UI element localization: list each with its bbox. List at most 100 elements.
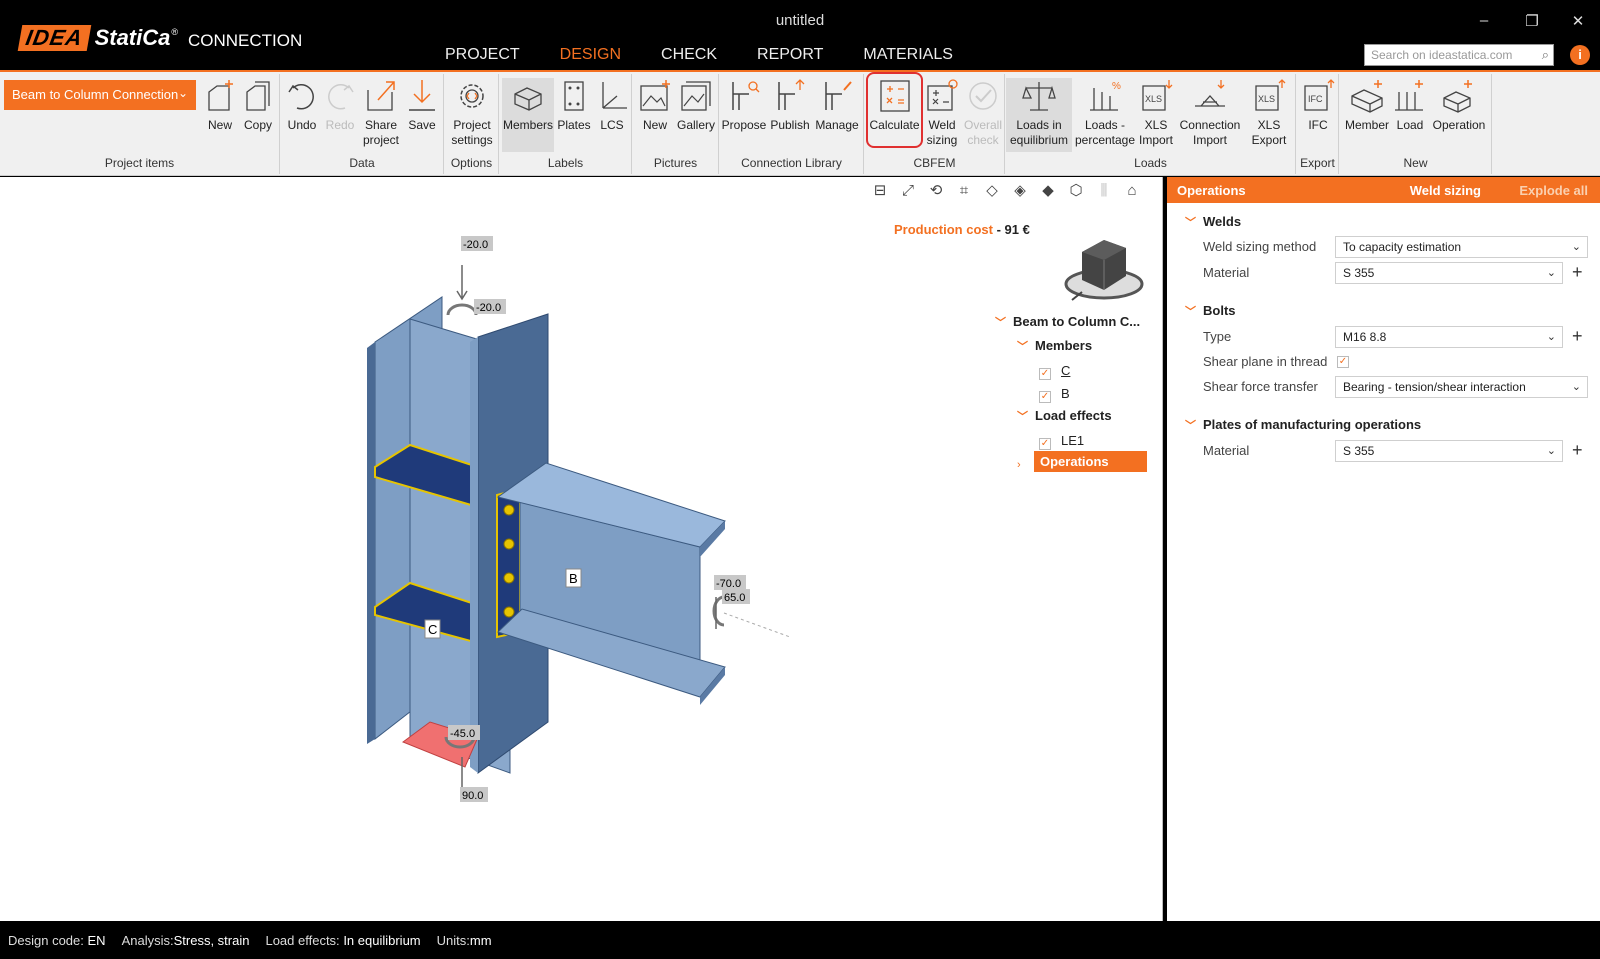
measure-icon[interactable]: ⊟ <box>870 181 890 201</box>
bolt[interactable] <box>503 606 515 618</box>
tree-members[interactable]: ﹀ Members <box>1017 338 1092 354</box>
new-item-button[interactable]: New <box>202 78 238 133</box>
tree-operations-selected[interactable]: Operations <box>1034 451 1147 472</box>
bolt[interactable] <box>503 538 515 550</box>
connection-model[interactable]: -20.0 -20.0 -70.0 65.0 -45.0 90.0 B C <box>0 177 1163 921</box>
check-circle-icon <box>969 82 997 110</box>
bolt[interactable] <box>503 504 515 516</box>
tab-report[interactable]: REPORT <box>737 44 843 70</box>
tree-member-b[interactable]: ✓ B <box>1039 386 1070 403</box>
project-settings-button[interactable]: Project settings <box>447 78 497 148</box>
members-labels-button[interactable]: Members <box>502 78 554 152</box>
gallery-button[interactable]: Gallery <box>675 78 717 133</box>
project-item-combo[interactable]: Beam to Column Connection ⌄ <box>4 80 196 110</box>
plate-material-select[interactable]: S 355 ⌄ <box>1335 440 1563 462</box>
tree-member-c[interactable]: ✓ C <box>1039 363 1070 380</box>
overall-check-button[interactable]: Overall check <box>962 78 1004 148</box>
share-project-button[interactable]: Share project <box>359 78 403 148</box>
zoom-extents-icon[interactable]: ⤢ <box>898 181 918 201</box>
xls-import-button[interactable]: XLS XLS Import <box>1136 78 1176 148</box>
checkbox-checked-icon[interactable]: ✓ <box>1039 438 1051 450</box>
publish-icon <box>778 79 805 110</box>
main-tabs: PROJECT DESIGN CHECK REPORT MATERIALS <box>425 44 973 74</box>
close-button[interactable]: ✕ <box>1566 12 1590 30</box>
shear-plane-checkbox[interactable]: ✓ <box>1337 356 1349 368</box>
new-picture-button[interactable]: New <box>635 78 675 133</box>
svg-text:XLS: XLS <box>1258 94 1275 104</box>
solid-view-icon[interactable]: ◆ <box>1038 181 1058 201</box>
xls-export-button[interactable]: XLS XLS Export <box>1246 78 1292 148</box>
add-plate-material-icon[interactable]: + <box>1572 441 1583 459</box>
tab-project[interactable]: PROJECT <box>425 44 540 70</box>
beam-axis-line <box>723 612 791 638</box>
tab-materials[interactable]: MATERIALS <box>843 44 973 70</box>
tree-root[interactable]: ﹀ Beam to Column C... <box>995 314 1140 330</box>
column-back-flange-edge <box>367 342 375 744</box>
new-member-button[interactable]: Member <box>1342 78 1392 133</box>
explode-all-link[interactable]: Explode all <box>1519 183 1588 198</box>
tab-design[interactable]: DESIGN <box>539 44 642 74</box>
chevron-down-icon: ﹀ <box>1185 420 1196 432</box>
new-operation-icon <box>1443 80 1472 113</box>
shear-force-transfer-select[interactable]: Bearing - tension/shear interaction ⌄ <box>1335 376 1588 398</box>
weld-sizing-button[interactable]: Weld sizing <box>922 78 962 148</box>
3d-viewport[interactable]: -20.0 -20.0 -70.0 65.0 -45.0 90.0 B C ⊟ … <box>0 177 1163 921</box>
propose-button[interactable]: Propose <box>720 78 768 133</box>
ifc-export-button[interactable]: IFC IFC <box>1299 78 1337 133</box>
top-force-arrow <box>456 265 468 301</box>
new-member-icon <box>1351 80 1383 113</box>
members-label: Members <box>502 118 553 132</box>
xls-import-icon: XLS <box>1142 80 1173 111</box>
new-item-label: New <box>207 118 232 132</box>
crop-icon[interactable]: ⌗ <box>954 181 974 201</box>
new-load-button[interactable]: Load <box>1392 78 1428 133</box>
plate-material-value: S 355 <box>1343 444 1375 458</box>
loads-percentage-button[interactable]: % Loads - percentage <box>1074 78 1136 148</box>
chevron-down-icon: ⌄ <box>177 86 188 100</box>
section-bolts[interactable]: ﹀ Bolts <box>1185 303 1236 319</box>
weld-material-label: Material <box>1203 265 1250 280</box>
save-button[interactable]: Save <box>403 78 441 133</box>
undo-button[interactable]: Undo <box>283 78 321 133</box>
search-icon[interactable]: ⌕ <box>1542 47 1549 63</box>
connection-import-button[interactable]: Connection Import <box>1176 78 1244 148</box>
loads-in-equilibrium-button[interactable]: Loads in equilibrium <box>1006 78 1072 152</box>
home-icon[interactable]: ⌂ <box>1122 181 1142 201</box>
add-weld-material-icon[interactable]: + <box>1572 263 1583 281</box>
info-icon[interactable]: i <box>1570 45 1590 65</box>
bolt-type-select[interactable]: M16 8.8 ⌄ <box>1335 326 1563 348</box>
tree-le1[interactable]: ✓ LE1 <box>1039 433 1084 450</box>
checkbox-checked-icon[interactable]: ✓ <box>1039 391 1051 403</box>
column-front-flange-edge <box>470 337 478 773</box>
section-view-icon[interactable]: ⬡ <box>1066 181 1086 201</box>
section-plates[interactable]: ﹀ Plates of manufacturing operations <box>1185 417 1421 433</box>
new-operation-button[interactable]: Operation <box>1428 78 1490 133</box>
checkbox-checked-icon[interactable]: ✓ <box>1039 368 1051 380</box>
weld-sizing-method-select[interactable]: To capacity estimation ⌄ <box>1335 236 1588 258</box>
plates-labels-button[interactable]: Plates <box>556 78 592 133</box>
bolt[interactable] <box>503 572 515 584</box>
restore-button[interactable]: ❐ <box>1520 12 1544 30</box>
navigation-cube-icon[interactable] <box>1062 232 1146 306</box>
tree-member-c-label: C <box>1061 363 1071 378</box>
weld-material-select[interactable]: S 355 ⌄ <box>1335 262 1563 284</box>
section-welds[interactable]: ﹀ Welds <box>1185 214 1241 230</box>
split-view-icon[interactable]: ⫼ <box>1094 181 1114 201</box>
transparent-view-icon[interactable]: ◈ <box>1010 181 1030 201</box>
plates-icon <box>564 81 584 111</box>
tree-load-effects[interactable]: ﹀ Load effects <box>1017 408 1112 424</box>
manage-button[interactable]: Manage <box>812 78 862 133</box>
rotate-icon[interactable]: ⟲ <box>926 181 946 201</box>
minimize-button[interactable]: – <box>1472 12 1496 29</box>
wireframe-view-icon[interactable]: ◇ <box>982 181 1002 201</box>
copy-item-button[interactable]: Copy <box>240 78 276 133</box>
search-input[interactable]: Search on ideastatica.com ⌕ <box>1364 44 1554 66</box>
add-bolt-type-icon[interactable]: + <box>1572 327 1583 345</box>
tab-check[interactable]: CHECK <box>641 44 737 70</box>
publish-button[interactable]: Publish <box>768 78 812 133</box>
title-bar: IDEA StatiCa ® CONNECTION untitled – ❐ ✕… <box>0 0 1600 74</box>
lcs-button[interactable]: LCS <box>594 78 630 133</box>
tree-operations[interactable]: › <box>1017 456 1035 471</box>
redo-button[interactable]: Redo <box>321 78 359 133</box>
weld-sizing-link[interactable]: Weld sizing <box>1410 183 1481 198</box>
